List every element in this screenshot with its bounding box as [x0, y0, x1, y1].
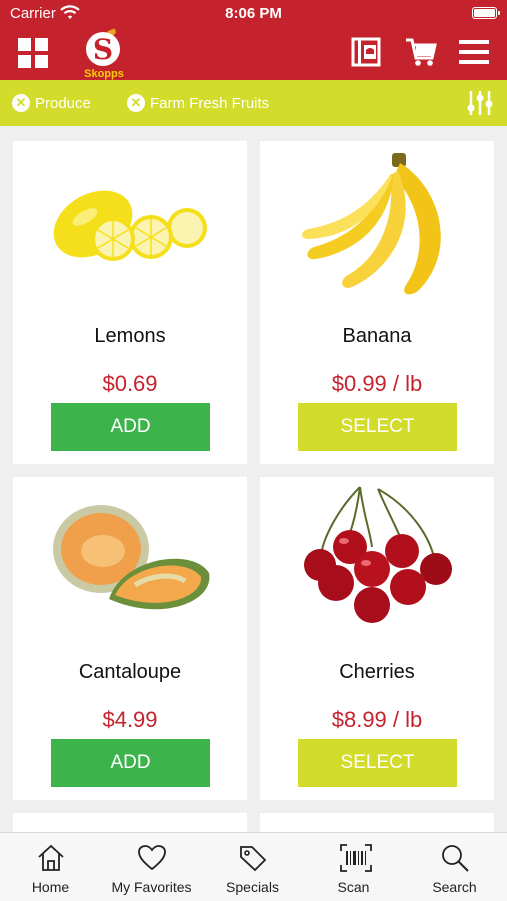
- barcode-icon: [340, 844, 372, 872]
- remove-filter-icon[interactable]: ✕: [127, 94, 145, 112]
- add-to-cart-button[interactable]: ADD: [51, 739, 210, 787]
- top-navigation-bar: S Skopps: [0, 28, 507, 80]
- banana-image: [302, 153, 441, 295]
- product-name: Lemons: [94, 325, 166, 347]
- store-logo[interactable]: S Skopps: [80, 28, 128, 80]
- tab-label: Home: [31, 879, 70, 895]
- tab-label: Scan: [337, 879, 370, 895]
- cherries-image: [304, 486, 452, 623]
- heart-icon: [138, 845, 166, 871]
- filter-bar: ✕ Produce ✕ Farm Fresh Fruits: [0, 80, 507, 126]
- select-button[interactable]: SELECT: [298, 403, 457, 451]
- tab-specials[interactable]: Specials: [202, 833, 303, 901]
- bottom-tab-bar: Home My Favorites Specials Scan Search: [0, 832, 507, 901]
- tab-label: My Favorites: [111, 879, 192, 895]
- cantaloupe-image: [53, 505, 210, 610]
- add-to-cart-button[interactable]: ADD: [51, 403, 210, 451]
- tab-label: Specials: [226, 879, 279, 895]
- product-card-cantaloupe[interactable]: Cantaloupe $4.99 ADD: [13, 477, 247, 800]
- product-price: $8.99 / lb: [331, 707, 423, 732]
- product-price: $4.99: [102, 707, 158, 732]
- logo-mark: S: [86, 32, 120, 66]
- product-card-cherries[interactable]: Cherries $8.99 / lb SELECT: [260, 477, 494, 800]
- product-card-lemons[interactable]: Lemons $0.69 ADD: [13, 141, 247, 464]
- filter-chip-label: Produce: [35, 94, 91, 112]
- filter-sliders-icon[interactable]: [467, 89, 493, 117]
- tab-label: Search: [432, 879, 477, 895]
- product-price: $0.99 / lb: [331, 371, 423, 396]
- battery-icon: [472, 7, 500, 19]
- tag-icon: [240, 846, 267, 872]
- remove-filter-icon[interactable]: ✕: [12, 94, 30, 112]
- filter-chip-label: Farm Fresh Fruits: [150, 94, 270, 112]
- logo-text: Skopps: [84, 68, 124, 80]
- clock: 8:06 PM: [225, 5, 282, 22]
- filter-chip-farm-fresh-fruits[interactable]: ✕ Farm Fresh Fruits: [127, 92, 269, 114]
- categories-grid-icon[interactable]: [18, 38, 50, 70]
- search-icon: [442, 845, 469, 872]
- product-name: Banana: [342, 325, 412, 347]
- tab-scan[interactable]: Scan: [303, 833, 404, 901]
- tab-home[interactable]: Home: [0, 833, 101, 901]
- product-price: $0.69: [102, 371, 158, 396]
- recipe-book-icon[interactable]: [350, 36, 382, 68]
- tab-search[interactable]: Search: [404, 833, 505, 901]
- status-bar: Carrier 8:06 PM: [0, 0, 507, 28]
- lemons-image: [53, 190, 207, 261]
- menu-icon[interactable]: [458, 36, 490, 68]
- select-button[interactable]: SELECT: [298, 739, 457, 787]
- product-name: Cantaloupe: [78, 661, 182, 683]
- product-name: Cherries: [339, 661, 415, 683]
- filter-chip-produce[interactable]: ✕ Produce: [12, 92, 91, 114]
- tab-my-favorites[interactable]: My Favorites: [101, 833, 202, 901]
- home-icon: [38, 844, 64, 871]
- product-card-banana[interactable]: Banana $0.99 / lb SELECT: [260, 141, 494, 464]
- cart-icon[interactable]: [404, 36, 438, 68]
